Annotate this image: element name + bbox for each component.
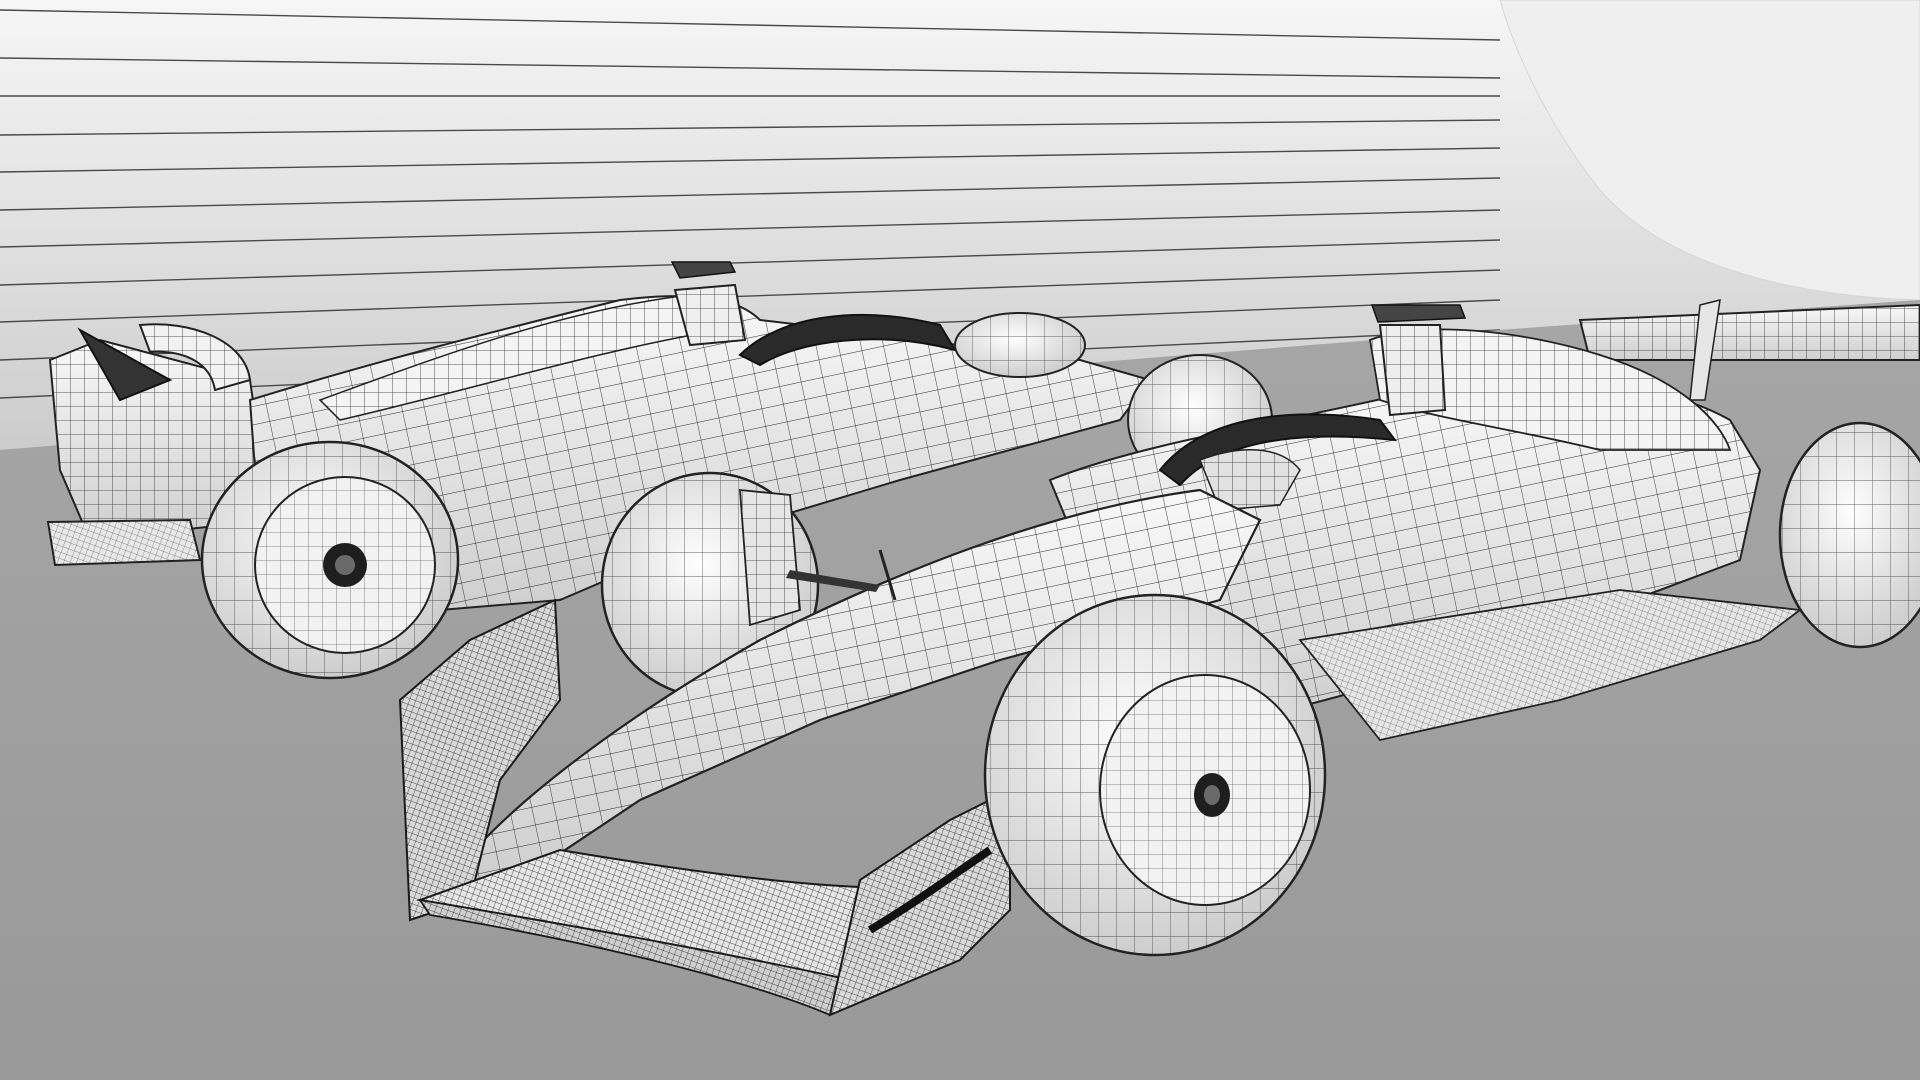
- render-viewport: [0, 0, 1920, 1080]
- rear-car-far-tyre: [954, 312, 1086, 378]
- rear-car-rear-tyre: [200, 440, 460, 680]
- front-car-right-front-tyre: [983, 593, 1327, 957]
